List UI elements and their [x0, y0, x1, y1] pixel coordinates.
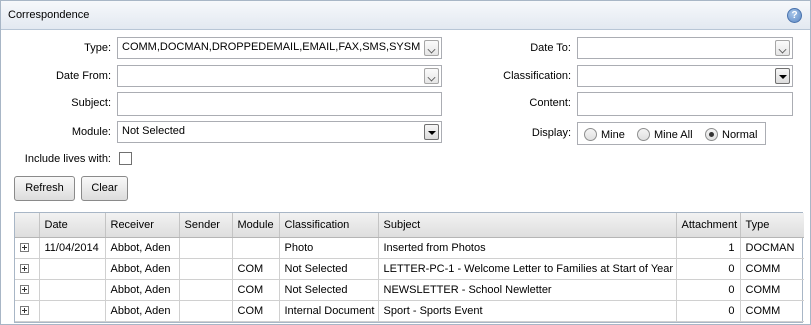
cell-subject: NEWSLETTER - School Newletter [378, 279, 677, 301]
column-header-attachment[interactable]: Attachment [676, 213, 741, 238]
cell-sender [179, 237, 233, 259]
column-header-expand [15, 213, 40, 238]
display-normal-radio[interactable] [705, 128, 718, 141]
cell-type: COMM [740, 258, 804, 280]
cell-sender [179, 300, 233, 322]
cell-module: COM [232, 300, 280, 322]
display-mine-radio[interactable] [584, 128, 597, 141]
display-label: Display: [531, 127, 571, 139]
cell-sender [179, 258, 233, 280]
include-lives-label: Include lives with: [24, 153, 111, 165]
cell-sender [179, 279, 233, 301]
module-select[interactable]: Not Selected [117, 121, 442, 143]
cell-subject: LETTER-PC-1 - Welcome Letter to Families… [378, 258, 677, 280]
column-header-subject[interactable]: Subject [378, 213, 677, 238]
display-mine-all-radio[interactable] [637, 128, 650, 141]
cell-type: COMM [740, 279, 804, 301]
table-row[interactable]: Abbot, Aden COM Internal Document Sport … [15, 300, 804, 322]
cell-receiver: Abbot, Aden [105, 300, 180, 322]
column-header-module[interactable]: Module [232, 213, 280, 238]
chevron-down-icon[interactable] [424, 40, 439, 56]
refresh-button[interactable]: Refresh [14, 176, 75, 201]
content-input[interactable] [577, 92, 793, 116]
panel-header: Correspondence ? [1, 1, 810, 30]
type-label: Type: [84, 42, 111, 54]
expand-plus-icon[interactable] [20, 243, 29, 253]
help-icon[interactable]: ? [787, 8, 802, 23]
correspondence-grid: Date Receiver Sender Module Classificati… [14, 212, 804, 323]
expand-plus-icon[interactable] [20, 306, 29, 316]
correspondence-panel: Correspondence ? Type: COMM,DOCMAN,DROPP… [0, 0, 811, 325]
column-header-receiver[interactable]: Receiver [105, 213, 180, 238]
cell-module [232, 237, 280, 259]
type-select[interactable]: COMM,DOCMAN,DROPPEDEMAIL,EMAIL,FAX,SMS,S… [117, 37, 442, 59]
cell-date [39, 258, 106, 280]
display-radio-group: Mine Mine All Normal [577, 122, 766, 145]
table-row[interactable]: 11/04/2014 Abbot, Aden Photo Inserted fr… [15, 237, 804, 259]
chevron-down-icon[interactable] [424, 124, 439, 140]
expand-plus-icon[interactable] [20, 285, 29, 295]
cell-classification: Not Selected [279, 279, 379, 301]
table-row[interactable]: Abbot, Aden COM Not Selected NEWSLETTER … [15, 279, 804, 301]
column-header-type[interactable]: Type [740, 213, 804, 238]
cell-date: 11/04/2014 [39, 237, 106, 259]
correspondence-table: Date Receiver Sender Module Classificati… [15, 213, 804, 322]
cell-attachment: 0 [676, 258, 741, 280]
date-from-picker[interactable] [117, 65, 442, 87]
cell-classification: Photo [279, 237, 379, 259]
date-from-label: Date From: [55, 70, 111, 82]
table-header-row: Date Receiver Sender Module Classificati… [15, 213, 804, 238]
subject-input[interactable] [117, 92, 442, 116]
expand-plus-icon[interactable] [20, 264, 29, 274]
panel-title: Correspondence [8, 9, 90, 21]
cell-module: COM [232, 279, 280, 301]
cell-attachment: 0 [676, 279, 741, 301]
type-select-value: COMM,DOCMAN,DROPPEDEMAIL,EMAIL,FAX,SMS,S… [122, 41, 421, 53]
content-label: Content: [529, 97, 571, 109]
module-label: Module: [71, 126, 111, 138]
include-lives-checkbox[interactable] [119, 152, 132, 165]
chevron-down-icon[interactable] [775, 68, 790, 84]
cell-attachment: 1 [676, 237, 741, 259]
cell-module: COM [232, 258, 280, 280]
column-header-classification[interactable]: Classification [279, 213, 379, 238]
cell-classification: Not Selected [279, 258, 379, 280]
subject-label: Subject: [71, 97, 111, 109]
date-to-label: Date To: [530, 42, 571, 54]
chevron-down-icon[interactable] [424, 68, 439, 84]
cell-receiver: Abbot, Aden [105, 279, 180, 301]
display-normal-label: Normal [722, 129, 758, 141]
cell-date [39, 300, 106, 322]
cell-receiver: Abbot, Aden [105, 237, 180, 259]
cell-subject: Inserted from Photos [378, 237, 677, 259]
classification-label: Classification: [503, 70, 571, 82]
cell-attachment: 0 [676, 300, 741, 322]
display-mine-label: Mine [601, 129, 625, 141]
classification-select[interactable] [577, 65, 793, 87]
cell-receiver: Abbot, Aden [105, 258, 180, 280]
cell-classification: Internal Document [279, 300, 379, 322]
column-header-sender[interactable]: Sender [179, 213, 233, 238]
table-row[interactable]: Abbot, Aden COM Not Selected LETTER-PC-1… [15, 258, 804, 280]
clear-button[interactable]: Clear [81, 176, 128, 201]
cell-date [39, 279, 106, 301]
cell-type: COMM [740, 300, 804, 322]
chevron-down-icon[interactable] [775, 40, 790, 56]
cell-type: DOCMAN [740, 237, 804, 259]
column-header-date[interactable]: Date [39, 213, 106, 238]
date-to-picker[interactable] [577, 37, 793, 59]
module-select-value: Not Selected [122, 125, 185, 137]
cell-subject: Sport - Sports Event [378, 300, 677, 322]
display-mine-all-label: Mine All [654, 129, 693, 141]
